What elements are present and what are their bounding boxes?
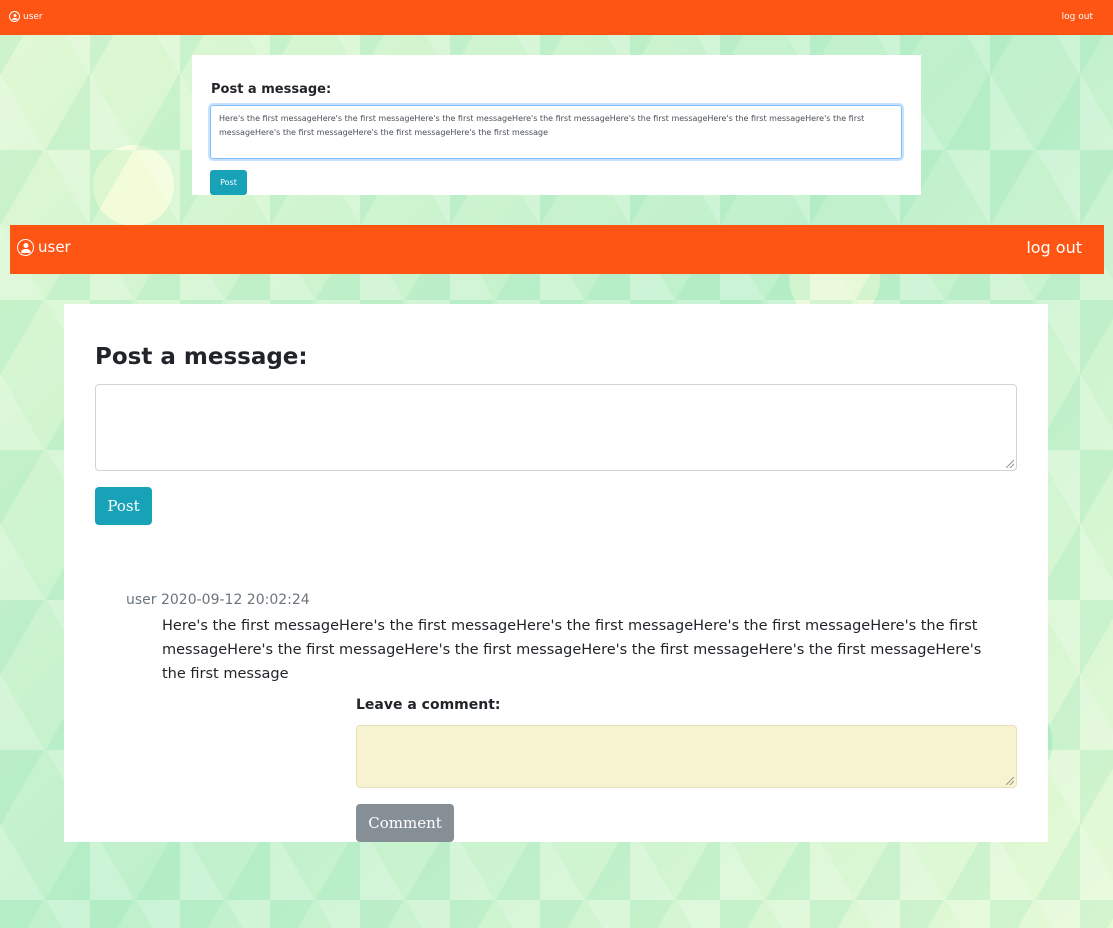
user-circle-icon <box>17 238 34 256</box>
resize-grip-icon[interactable] <box>1006 460 1014 468</box>
navbar-user-label: user <box>23 11 43 22</box>
comment-label: Leave a comment: <box>356 697 501 713</box>
post-heading: Post a message: <box>95 344 308 370</box>
navbar-user[interactable]: user <box>17 238 71 256</box>
message-textarea[interactable]: Here's the first messageHere's the first… <box>210 105 902 159</box>
top-navbar: user log out <box>0 0 1113 35</box>
bottom-navbar: user log out <box>10 225 1104 274</box>
post-button[interactable]: Post <box>210 170 247 195</box>
post-button[interactable]: Post <box>95 487 152 525</box>
bottom-window: user log out Post a message: Post user 2… <box>10 225 1104 928</box>
resize-grip-icon[interactable] <box>1006 777 1014 785</box>
navbar-user[interactable]: user <box>9 11 43 22</box>
message-body: Here's the first messageHere's the first… <box>162 618 982 682</box>
logout-link[interactable]: log out <box>1026 238 1082 257</box>
user-circle-icon <box>9 11 20 22</box>
navbar-user-label: user <box>38 238 71 256</box>
comment-button[interactable]: Comment <box>356 804 454 842</box>
logout-link[interactable]: log out <box>1062 12 1093 22</box>
message-meta: user 2020-09-12 20:02:24 <box>126 592 310 608</box>
post-heading: Post a message: <box>211 82 332 97</box>
post-card: Post a message: Post user 2020-09-12 20:… <box>64 304 1048 842</box>
comment-textarea[interactable] <box>356 725 1017 788</box>
top-post-card: Post a message: Here's the first message… <box>192 55 921 195</box>
message-textarea[interactable] <box>95 384 1017 471</box>
